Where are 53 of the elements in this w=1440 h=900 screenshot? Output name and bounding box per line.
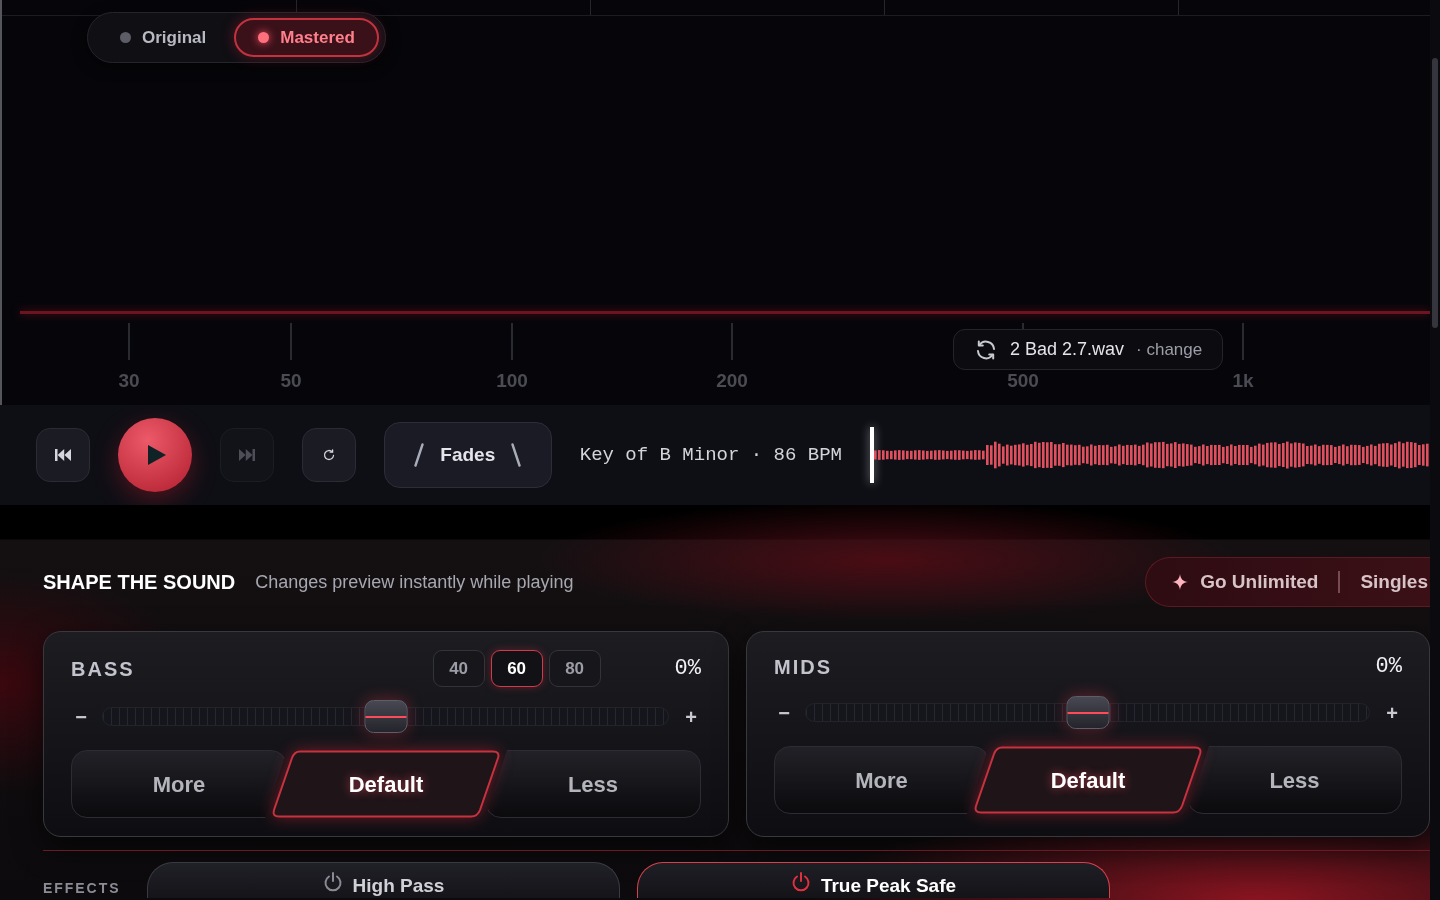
fades-button[interactable]: Fades xyxy=(383,422,552,488)
view-tab[interactable]: Original xyxy=(96,18,231,57)
go-unlimited-button[interactable]: Go Unlimited xyxy=(1172,567,1319,597)
axis-tick xyxy=(731,323,733,360)
band-value: 0% xyxy=(1375,653,1402,681)
skip-back-icon xyxy=(55,449,71,461)
section-title: SHAPE THE SOUND xyxy=(43,570,236,595)
power-icon xyxy=(790,872,811,892)
axis-tick xyxy=(290,323,292,360)
slider-track[interactable] xyxy=(805,696,1370,729)
sparkle-icon xyxy=(1172,574,1189,590)
option-button[interactable]: Default xyxy=(271,750,501,818)
change-link[interactable]: · change xyxy=(1136,336,1203,363)
previous-button[interactable] xyxy=(36,428,90,482)
axis-label: 500 xyxy=(1007,370,1039,392)
file-name: 2 Bad 2.7.wav xyxy=(1010,338,1125,361)
slider-track[interactable] xyxy=(102,700,669,733)
view-tab[interactable]: Mastered xyxy=(234,18,379,57)
axis-label: 100 xyxy=(496,370,528,392)
band-label: MIDS xyxy=(774,654,833,680)
repeat-icon xyxy=(322,449,335,461)
preset-button[interactable]: 80 xyxy=(548,650,601,687)
skip-forward-icon xyxy=(238,449,255,461)
effects-label: EFFECTS xyxy=(43,879,122,898)
fade-in-icon xyxy=(414,443,425,467)
axis-label: 50 xyxy=(280,370,302,392)
option-button[interactable]: Default xyxy=(973,746,1203,814)
section-subtitle: Changes preview instantly while playing xyxy=(255,570,574,594)
scrollbar-thumb[interactable] xyxy=(1432,58,1438,328)
band-value: 0% xyxy=(674,655,701,683)
preset-button[interactable]: 40 xyxy=(432,650,485,687)
increase-button[interactable]: + xyxy=(681,701,701,732)
increase-button[interactable]: + xyxy=(1382,697,1402,728)
play-icon xyxy=(147,445,166,465)
axis-tick xyxy=(511,323,513,360)
fade-out-icon xyxy=(511,443,522,467)
power-icon xyxy=(322,872,343,892)
decrease-button[interactable]: − xyxy=(71,701,91,732)
effect-toggle[interactable]: High Pass xyxy=(147,862,620,898)
effect-toggle[interactable]: True Peak Safe xyxy=(637,862,1110,898)
axis-label: 1k xyxy=(1232,370,1254,392)
singles-button[interactable]: Singles xyxy=(1360,567,1428,597)
play-button[interactable] xyxy=(117,418,192,492)
axis-label: 30 xyxy=(118,370,140,392)
axis-tick xyxy=(1242,323,1244,360)
axis-label: 200 xyxy=(716,370,748,392)
preset-button[interactable]: 60 xyxy=(490,650,543,687)
decrease-button[interactable]: − xyxy=(774,697,794,728)
track-info: Key of B Minor · 86 BPM xyxy=(579,442,842,468)
band-label: BASS xyxy=(71,656,136,682)
slider-thumb[interactable] xyxy=(1066,696,1109,729)
axis-tick xyxy=(128,323,130,360)
slider-thumb[interactable] xyxy=(364,700,407,733)
